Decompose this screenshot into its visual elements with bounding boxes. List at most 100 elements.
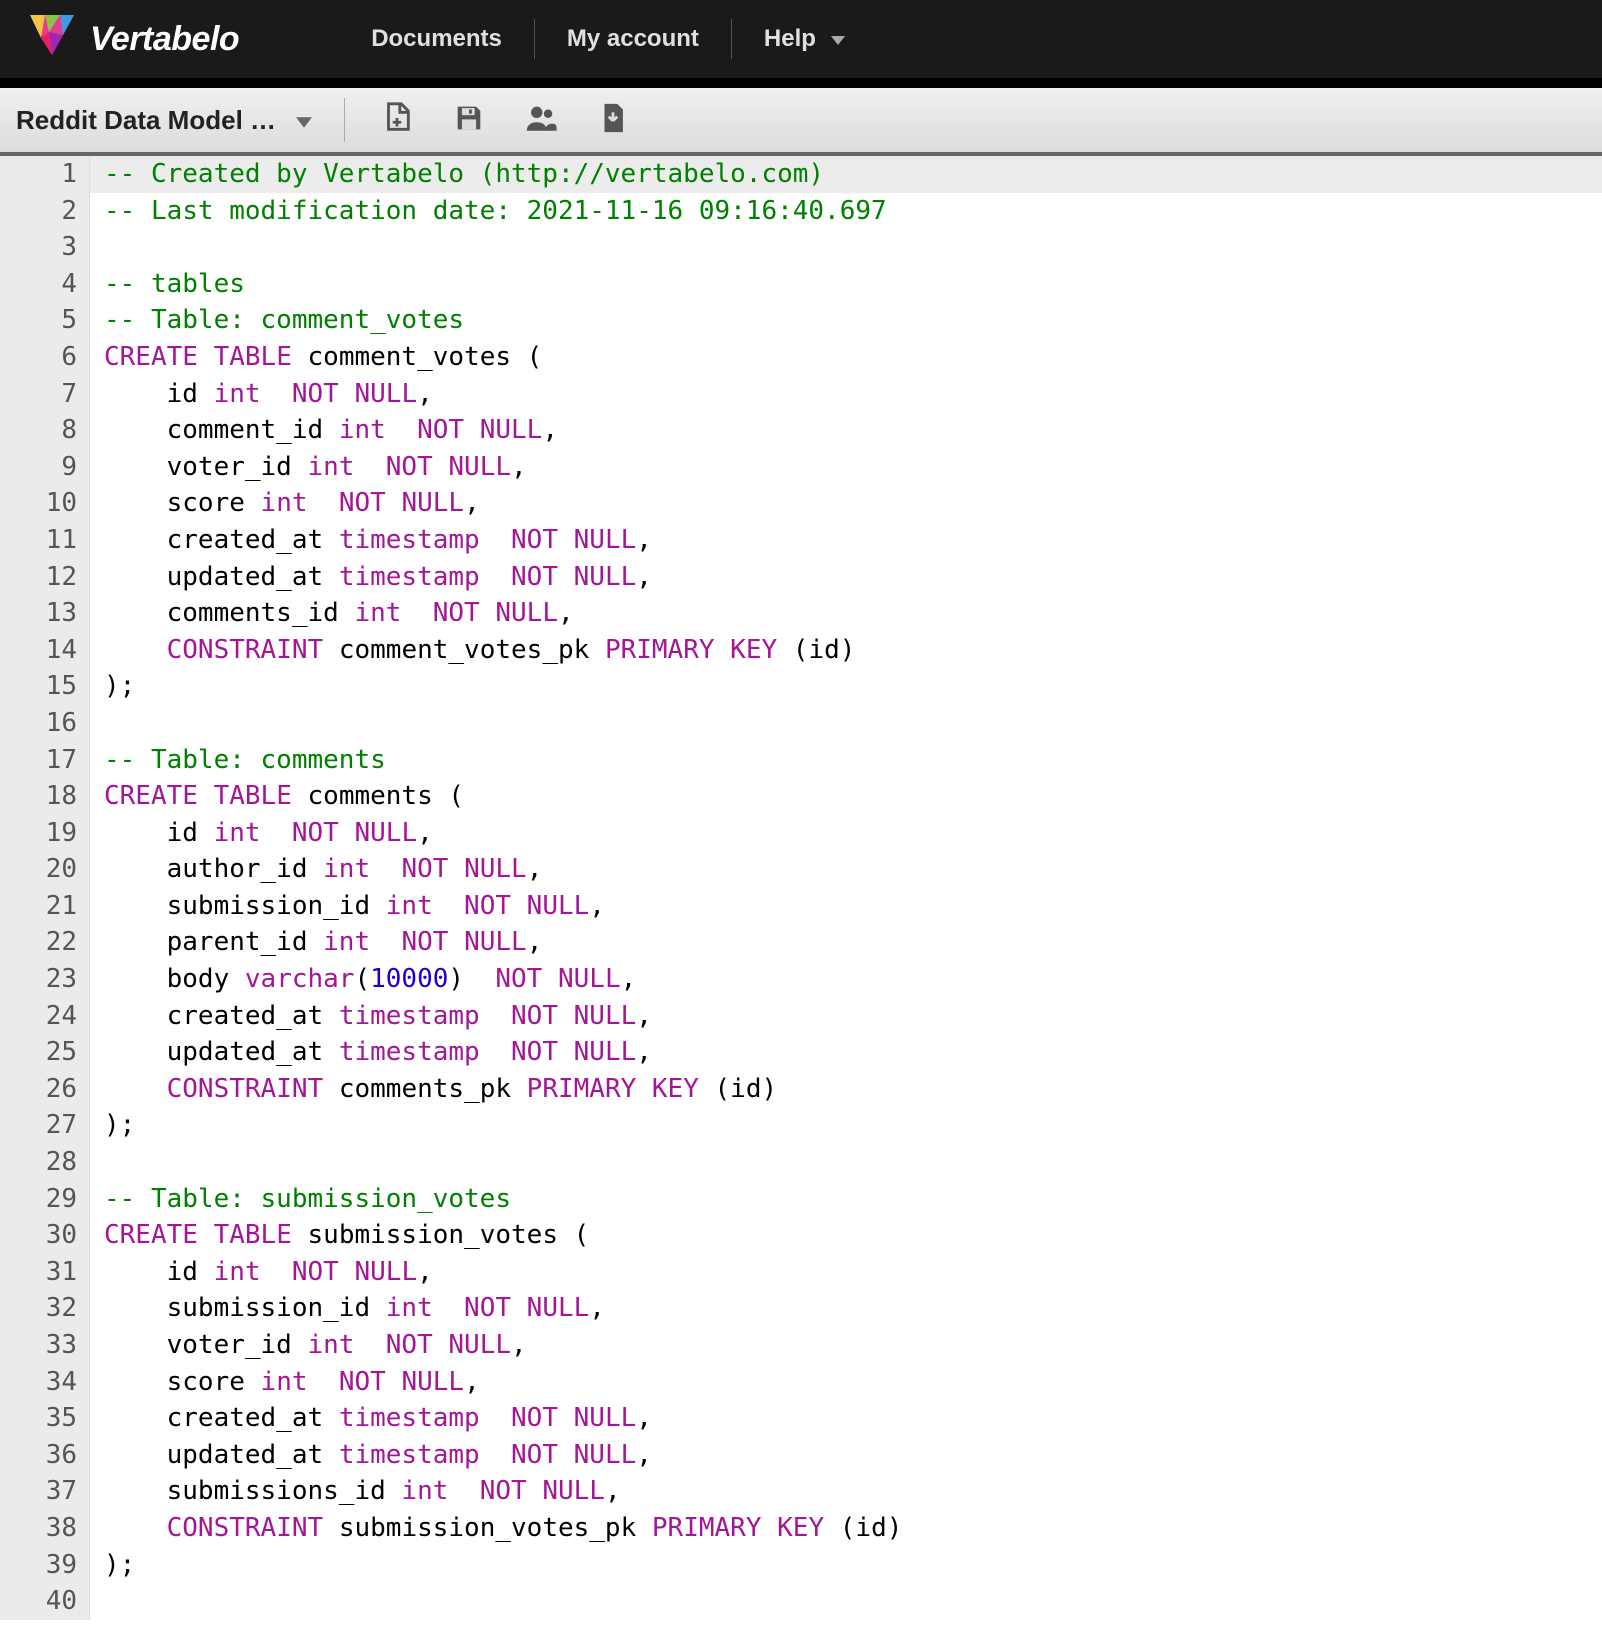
code-line[interactable]: CONSTRAINT submission_votes_pk PRIMARY K…	[104, 1510, 1602, 1547]
code-line[interactable]: voter_id int NOT NULL,	[104, 1327, 1602, 1364]
line-number: 14	[0, 632, 77, 669]
line-number: 34	[0, 1364, 77, 1401]
line-number: 22	[0, 924, 77, 961]
model-dropdown[interactable]: Reddit Data Model …	[16, 105, 328, 136]
code-line[interactable]: author_id int NOT NULL,	[104, 851, 1602, 888]
nav-documents[interactable]: Documents	[339, 25, 534, 53]
line-number: 26	[0, 1071, 77, 1108]
line-number: 2	[0, 193, 77, 230]
code-line[interactable]: -- Table: comment_votes	[104, 302, 1602, 339]
nav-help[interactable]: Help	[732, 25, 877, 54]
line-number: 12	[0, 559, 77, 596]
code-editor[interactable]: 1234567891011121314151617181920212223242…	[0, 156, 1602, 1620]
code-line[interactable]: created_at timestamp NOT NULL,	[104, 1400, 1602, 1437]
code-line[interactable]: -- Table: comments	[104, 742, 1602, 779]
nav-help-label: Help	[764, 25, 816, 52]
floppy-disk-icon	[452, 101, 486, 140]
line-number: 6	[0, 339, 77, 376]
code-line[interactable]: CONSTRAINT comment_votes_pk PRIMARY KEY …	[104, 632, 1602, 669]
chevron-down-icon	[831, 25, 845, 53]
code-line[interactable]: submissions_id int NOT NULL,	[104, 1473, 1602, 1510]
toolbar: Reddit Data Model …	[0, 88, 1602, 156]
line-number: 17	[0, 742, 77, 779]
code-line[interactable]: submission_id int NOT NULL,	[104, 888, 1602, 925]
code-line[interactable]	[104, 705, 1602, 742]
code-line[interactable]: updated_at timestamp NOT NULL,	[104, 1034, 1602, 1071]
line-number: 8	[0, 412, 77, 449]
line-number: 9	[0, 449, 77, 486]
line-number-gutter: 1234567891011121314151617181920212223242…	[0, 156, 90, 1620]
code-line[interactable]	[104, 229, 1602, 266]
share-button[interactable]	[521, 100, 561, 140]
code-line[interactable]: voter_id int NOT NULL,	[104, 449, 1602, 486]
line-number: 37	[0, 1473, 77, 1510]
topbar: Vertabelo Documents My account Help	[0, 0, 1602, 88]
line-number: 16	[0, 705, 77, 742]
save-button[interactable]	[449, 100, 489, 140]
code-line[interactable]: -- tables	[104, 266, 1602, 303]
code-line[interactable]: submission_id int NOT NULL,	[104, 1290, 1602, 1327]
code-line[interactable]: );	[104, 1547, 1602, 1584]
line-number: 11	[0, 522, 77, 559]
line-number: 29	[0, 1181, 77, 1218]
chevron-down-icon	[296, 105, 312, 136]
code-line[interactable]: created_at timestamp NOT NULL,	[104, 522, 1602, 559]
logo-icon	[24, 9, 80, 70]
code-line[interactable]: -- Created by Vertabelo (http://vertabel…	[90, 156, 1602, 193]
line-number: 36	[0, 1437, 77, 1474]
code-line[interactable]: -- Table: submission_votes	[104, 1181, 1602, 1218]
code-line[interactable]: CREATE TABLE submission_votes (	[104, 1217, 1602, 1254]
top-nav: Documents My account Help	[339, 19, 876, 59]
code-line[interactable]: score int NOT NULL,	[104, 1364, 1602, 1401]
line-number: 35	[0, 1400, 77, 1437]
code-line[interactable]: updated_at timestamp NOT NULL,	[104, 559, 1602, 596]
line-number: 27	[0, 1107, 77, 1144]
line-number: 38	[0, 1510, 77, 1547]
code-line[interactable]: -- Last modification date: 2021-11-16 09…	[104, 193, 1602, 230]
line-number: 30	[0, 1217, 77, 1254]
code-line[interactable]: body varchar(10000) NOT NULL,	[104, 961, 1602, 998]
line-number: 23	[0, 961, 77, 998]
new-file-button[interactable]	[377, 100, 417, 140]
line-number: 10	[0, 485, 77, 522]
code-line[interactable]: );	[104, 668, 1602, 705]
line-number: 25	[0, 1034, 77, 1071]
toolbar-separator	[344, 98, 345, 142]
line-number: 20	[0, 851, 77, 888]
code-line[interactable]: CREATE TABLE comments (	[104, 778, 1602, 815]
code-line[interactable]	[104, 1144, 1602, 1181]
line-number: 31	[0, 1254, 77, 1291]
nav-account[interactable]: My account	[535, 25, 731, 53]
code-line[interactable]: parent_id int NOT NULL,	[104, 924, 1602, 961]
line-number: 24	[0, 998, 77, 1035]
code-line[interactable]: comments_id int NOT NULL,	[104, 595, 1602, 632]
code-line[interactable]: updated_at timestamp NOT NULL,	[104, 1437, 1602, 1474]
users-icon	[524, 101, 558, 140]
file-download-icon	[596, 101, 630, 140]
line-number: 7	[0, 376, 77, 413]
code-line[interactable]: id int NOT NULL,	[104, 1254, 1602, 1291]
code-line[interactable]: comment_id int NOT NULL,	[104, 412, 1602, 449]
line-number: 33	[0, 1327, 77, 1364]
line-number: 28	[0, 1144, 77, 1181]
download-button[interactable]	[593, 100, 633, 140]
code-line[interactable]: id int NOT NULL,	[104, 376, 1602, 413]
code-line[interactable]: CREATE TABLE comment_votes (	[104, 339, 1602, 376]
line-number: 40	[0, 1583, 77, 1620]
line-number: 1	[0, 156, 77, 193]
code-content[interactable]: -- Created by Vertabelo (http://vertabel…	[90, 156, 1602, 1620]
line-number: 5	[0, 302, 77, 339]
code-line[interactable]	[104, 1583, 1602, 1620]
code-line[interactable]: CONSTRAINT comments_pk PRIMARY KEY (id)	[104, 1071, 1602, 1108]
line-number: 15	[0, 668, 77, 705]
line-number: 4	[0, 266, 77, 303]
code-line[interactable]: id int NOT NULL,	[104, 815, 1602, 852]
line-number: 32	[0, 1290, 77, 1327]
brand-name: Vertabelo	[90, 20, 239, 59]
line-number: 3	[0, 229, 77, 266]
line-number: 19	[0, 815, 77, 852]
code-line[interactable]: );	[104, 1107, 1602, 1144]
code-line[interactable]: score int NOT NULL,	[104, 485, 1602, 522]
brand-logo[interactable]: Vertabelo	[24, 9, 239, 70]
code-line[interactable]: created_at timestamp NOT NULL,	[104, 998, 1602, 1035]
